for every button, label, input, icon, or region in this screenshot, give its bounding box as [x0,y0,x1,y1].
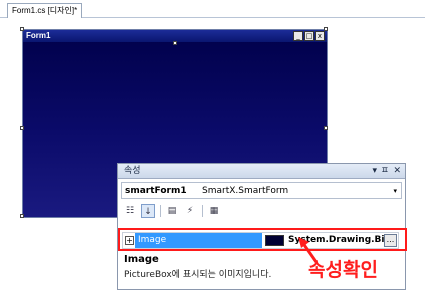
object-type: SmartX.SmartForm [202,186,289,196]
property-name[interactable]: Image [135,233,262,248]
resize-handle-top-right[interactable] [324,27,328,31]
chevron-down-icon[interactable]: ▾ [393,183,397,199]
toolbar-separator [160,205,161,217]
annotation-label: 속성확인 [308,259,378,281]
description-text: PictureBox에 표시되는 이미지입니다. [124,270,272,280]
maximize-icon[interactable]: □ [304,31,314,41]
resize-handle-top-left[interactable] [20,27,24,31]
properties-icon[interactable]: ▤ [165,204,179,218]
resize-handle-right[interactable] [324,126,328,130]
image-preview-swatch [265,235,284,246]
toolbar-separator [202,205,203,217]
properties-toolbar: ☷ ↓ ▤ ⚡ ▦ [121,203,402,219]
property-value[interactable]: System.Drawing.Bitr [288,233,393,248]
browse-button[interactable]: ... [384,234,397,247]
property-pages-icon[interactable]: ▦ [207,204,221,218]
tab-form1-designer[interactable]: Form1.cs [디자인]* [7,3,83,18]
window-position-icon[interactable]: ▾ [372,164,377,179]
property-row-image[interactable]: + Image System.Drawing.Bitr ... [122,232,399,249]
document-tab-strip: Form1.cs [디자인]* [0,0,425,18]
properties-titlebar: 속성 ▾ ㅍ ✕ [118,164,405,179]
resize-handle-left[interactable] [20,126,24,130]
pin-icon[interactable]: ㅍ [381,164,389,179]
form-title: Form1 [26,31,51,40]
categorized-icon[interactable]: ☷ [123,204,137,218]
expand-icon[interactable]: + [125,236,134,245]
events-icon[interactable]: ⚡ [183,204,197,218]
close-icon[interactable]: x [315,31,325,41]
description-title: Image [124,254,159,265]
object-name: smartForm1 [125,186,187,196]
minimize-icon[interactable]: _ [293,31,303,41]
object-selector[interactable]: smartForm1 SmartX.SmartForm ▾ [121,182,402,199]
close-panel-icon[interactable]: ✕ [393,164,401,179]
resize-handle-top[interactable] [173,41,177,45]
properties-title: 속성 [124,166,141,176]
alphabetical-sort-icon[interactable]: ↓ [141,204,155,218]
resize-handle-bottom-left[interactable] [20,214,24,218]
